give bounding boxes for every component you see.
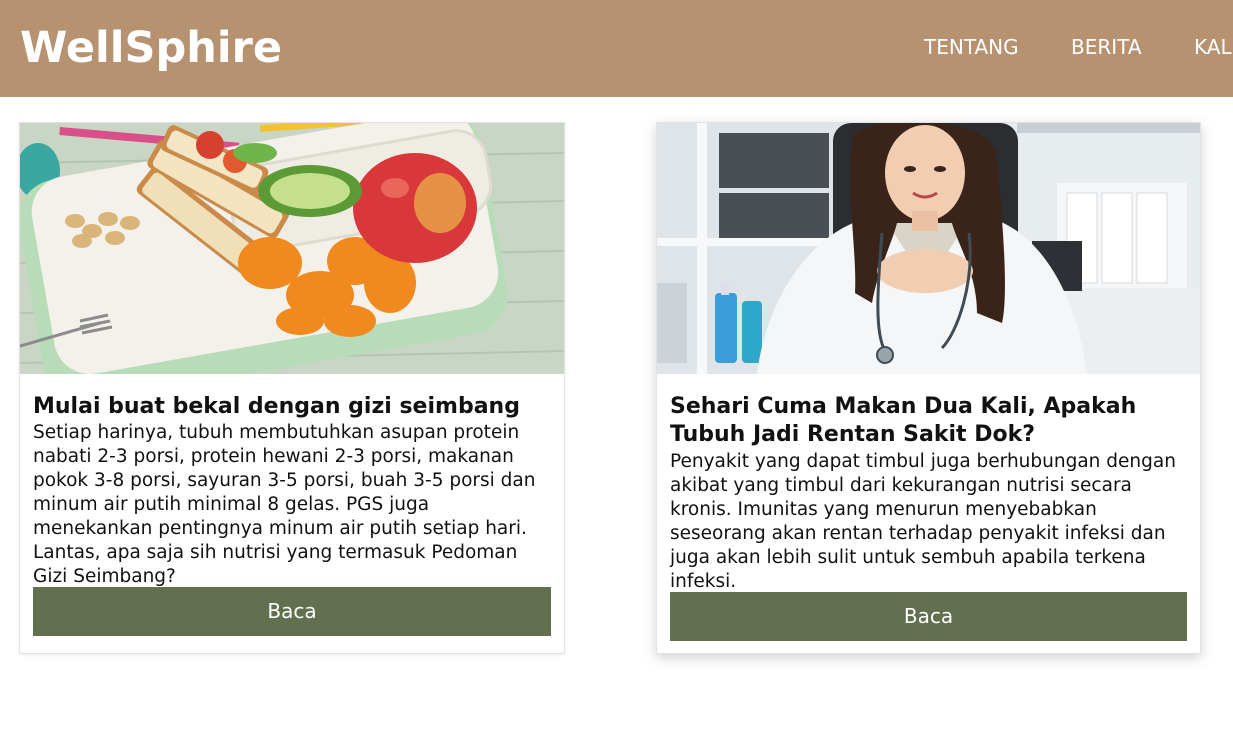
read-button[interactable]: Baca (33, 587, 551, 636)
card-title: Sehari Cuma Makan Dua Kali, Apakah Tubuh… (670, 394, 1137, 447)
article-card: Mulai buat bekal dengan gizi seimbang Se… (19, 122, 565, 654)
lunchbox-photo (20, 123, 564, 374)
card-description: Setiap harinya, tubuh membutuhkan asupan… (33, 422, 536, 587)
doctor-photo (657, 123, 1200, 374)
nav-link-berita[interactable]: BERITA (1071, 34, 1142, 60)
nav-link-tentang[interactable]: TENTANG (924, 34, 1019, 60)
article-card: Sehari Cuma Makan Dua Kali, Apakah Tubuh… (656, 122, 1201, 654)
site-header: WellSphire TENTANG BERITA KAL (0, 0, 1233, 97)
card-description: Penyakit yang dapat timbul juga berhubun… (670, 451, 1176, 592)
nav-link-kal[interactable]: KAL (1194, 34, 1232, 60)
site-logo[interactable]: WellSphire (20, 20, 282, 76)
card-title: Mulai buat bekal dengan gizi seimbang (33, 394, 520, 419)
read-button[interactable]: Baca (670, 592, 1187, 641)
